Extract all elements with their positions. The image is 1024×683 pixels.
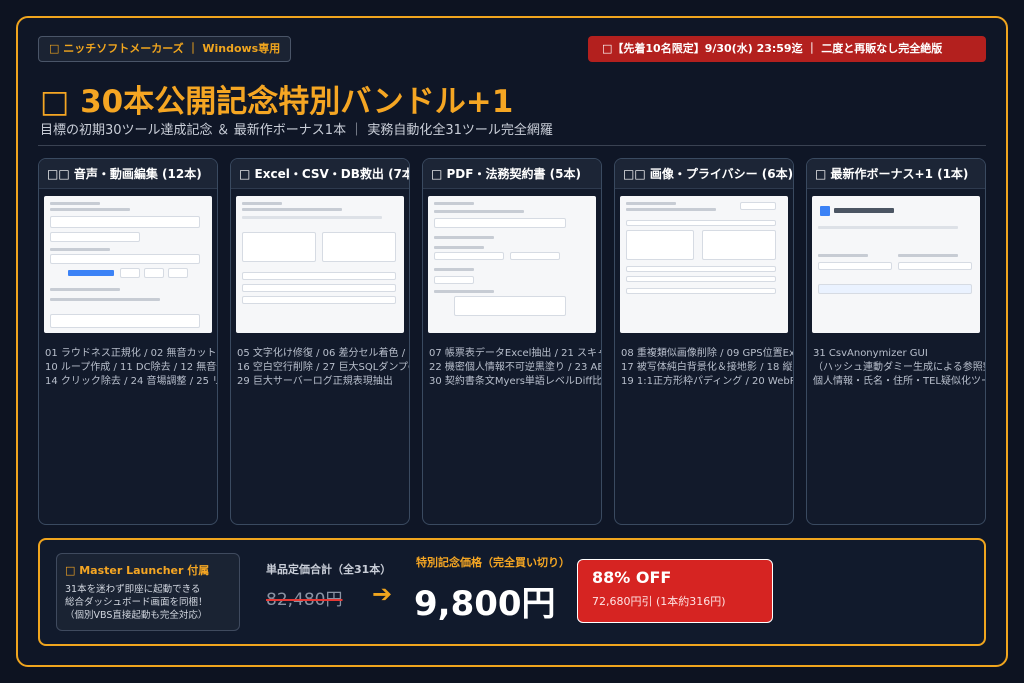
tool-list-line: 17 被写体純白背景化＆接地影 / 18 縦横比 <box>621 362 794 373</box>
tool-list-line: （ハッシュ連動ダミー生成による参照整合性を維持 <box>813 362 985 373</box>
category-card-image-privacy: □□ 画像・プライバシー (6本) 08 重複類似画像削除 / 09 GPS位置… <box>614 158 794 525</box>
tool-list-line: 30 契約書条文Myers単語レベルDiff比較 <box>429 376 602 387</box>
tool-list-line: 29 巨大サーバーログ正規表現抽出 <box>237 376 393 387</box>
tool-screenshot <box>620 196 788 333</box>
tool-list-line: 19 1:1正方形枠パディング / 20 WebP一括 <box>621 376 793 387</box>
card-title: □□ 音声・動画編集 (12本) <box>39 159 217 189</box>
tool-list: 08 重複類似画像削除 / 09 GPS位置Exif抹 17 被写体純白背景化＆… <box>621 347 794 389</box>
limited-offer-badge: □【先着10名限定】9/30(水) 23:59迄 ｜ 二度と再販なし完全絶版 <box>588 36 986 62</box>
launcher-line: 31本を迷わず即座に起動できる <box>65 584 201 595</box>
tool-list-line: 14 クリック除去 / 24 音場調整 / 25 リミッ <box>45 376 217 387</box>
tool-list: 01 ラウドネス正規化 / 02 無音カット / 03 10 ループ作成 / 1… <box>45 347 218 389</box>
tool-screenshot <box>428 196 596 333</box>
tool-screenshot <box>44 196 212 333</box>
tool-list-line: 22 機密個人情報不可逆黒塗り / 23 AES-2 <box>429 362 602 373</box>
card-title: □ Excel・CSV・DB救出 (7本) <box>231 159 409 189</box>
category-card-bonus: □ 最新作ボーナス+1 (1本) 31 CsvAnonymizer GUI （ハ… <box>806 158 986 525</box>
category-card-pdf-legal: □ PDF・法務契約書 (5本) 07 帳票表データExcel抽出 / 21 ス… <box>422 158 602 525</box>
discount-badge: 88% OFF 72,680円引 (1本約316円) <box>577 559 773 623</box>
launcher-line: 総合ダッシュボード画面を同梱！ <box>65 597 208 608</box>
category-card-audio-video: □□ 音声・動画編集 (12本) 01 ラウドネス正規化 / 02 無音カット … <box>38 158 218 525</box>
discount-percent: 88% OFF <box>592 568 672 587</box>
tool-list-line: 10 ループ作成 / 11 DC除去 / 12 無音付加 <box>45 362 218 373</box>
tool-list: 07 帳票表データExcel抽出 / 21 スキャン 22 機密個人情報不可逆黒… <box>429 347 602 389</box>
discount-detail: 72,680円引 (1本約316円) <box>592 595 726 608</box>
special-price-label: 特別記念価格（完全買い切り） <box>416 556 570 569</box>
launcher-title: □ Master Launcher 付属 <box>65 564 210 577</box>
original-price-label: 単品定価合計（全31本） <box>266 563 392 576</box>
card-title: □□ 画像・プライバシー (6本) <box>615 159 793 189</box>
launcher-line: （個別VBS直接起動も完全対応） <box>65 610 208 621</box>
tool-screenshot <box>812 196 980 333</box>
tool-screenshot <box>236 196 404 333</box>
tool-list-line: 個人情報・氏名・住所・TEL疑似化ツール） <box>813 376 985 387</box>
launcher-box: □ Master Launcher 付属 31本を迷わず即座に起動できる 総合ダ… <box>56 553 240 631</box>
tool-list-line: 07 帳票表データExcel抽出 / 21 スキャン <box>429 348 602 359</box>
special-price: 9,800円 <box>414 584 556 624</box>
tool-list-line: 08 重複類似画像削除 / 09 GPS位置Exif抹 <box>621 348 794 359</box>
page-title: □ 30本公開記念特別バンドル+1 <box>40 84 514 120</box>
tool-list-line: 16 空白空行削除 / 27 巨大SQLダンプCSV <box>237 362 410 373</box>
tool-list: 05 文字化け修復 / 06 差分セル着色 / 15 6 16 空白空行削除 /… <box>237 347 410 389</box>
card-title: □ 最新作ボーナス+1 (1本) <box>807 159 985 189</box>
category-card-excel-csv-db: □ Excel・CSV・DB救出 (7本) 05 文字化け修復 / 06 差分セ… <box>230 158 410 525</box>
arrow-right-icon: ➔ <box>372 580 393 608</box>
card-title: □ PDF・法務契約書 (5本) <box>423 159 601 189</box>
brand-badge: □ ニッチソフトメーカーズ ｜ Windows専用 <box>38 36 292 62</box>
tool-list-line: 01 ラウドネス正規化 / 02 無音カット / 03 <box>45 348 217 359</box>
tool-list-line: 31 CsvAnonymizer GUI <box>813 348 928 359</box>
page-subtitle: 目標の初期30ツール達成記念 ＆ 最新作ボーナス1本 ｜ 実務自動化全31ツール… <box>40 123 553 138</box>
tool-list: 31 CsvAnonymizer GUI （ハッシュ連動ダミー生成による参照整合… <box>813 347 985 389</box>
original-price: 82,480円 <box>266 590 343 610</box>
divider <box>38 145 986 146</box>
tool-list-line: 05 文字化け修復 / 06 差分セル着色 / 15 6 <box>237 348 409 359</box>
